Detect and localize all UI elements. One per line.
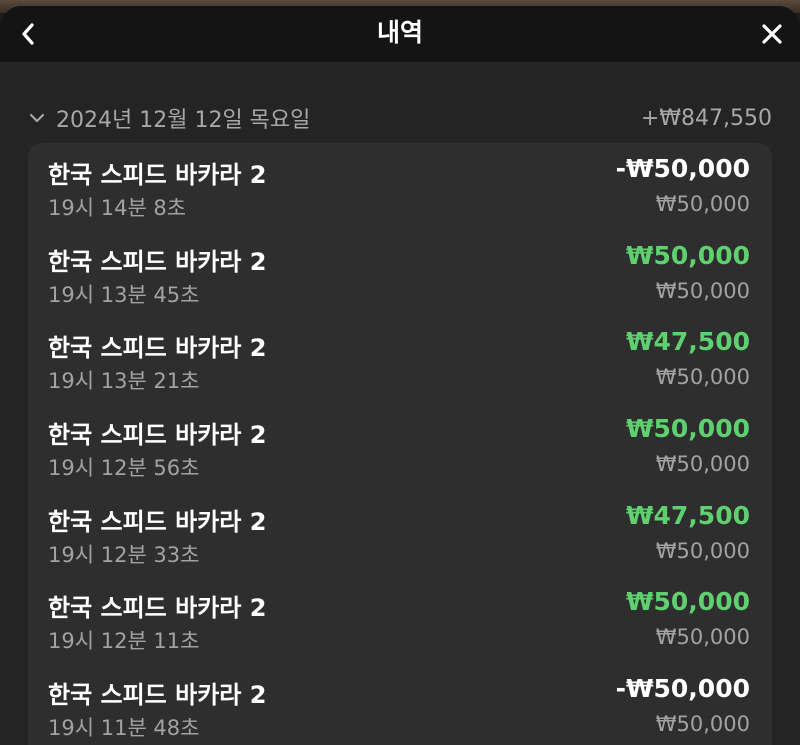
result-amount: -₩50,000 bbox=[615, 154, 750, 183]
list-item[interactable]: 한국 스피드 바카라 2 19시 14분 8초 -₩50,000 ₩50,000 bbox=[28, 143, 772, 230]
list-item[interactable]: 한국 스피드 바카라 2 19시 13분 21초 ₩47,500 ₩50,000 bbox=[28, 316, 772, 403]
bet-amount: ₩50,000 bbox=[655, 538, 750, 563]
list-item[interactable]: 한국 스피드 바카라 2 19시 13분 45초 ₩50,000 ₩50,000 bbox=[28, 230, 772, 317]
round-time: 19시 11분 48초 bbox=[48, 716, 200, 741]
bet-amount: ₩50,000 bbox=[655, 192, 750, 216]
list-item[interactable]: 한국 스피드 바카라 2 19시 12분 11초 ₩50,000 ₩50,000 bbox=[28, 576, 772, 663]
game-name: 한국 스피드 바카라 2 bbox=[48, 421, 267, 450]
round-time: 19시 14분 8초 bbox=[48, 196, 187, 220]
header-bar: 내역 bbox=[0, 6, 800, 62]
date-group-toggle[interactable]: 2024년 12월 12일 목요일 +₩847,550 bbox=[28, 98, 772, 138]
result-amount: ₩47,500 bbox=[625, 500, 750, 530]
result-amount: -₩50,000 bbox=[615, 674, 750, 704]
result-amount: ₩47,500 bbox=[625, 327, 750, 357]
game-name: 한국 스피드 바카라 2 bbox=[48, 334, 267, 363]
history-list: 한국 스피드 바카라 2 19시 14분 8초 -₩50,000 ₩50,000 한국 … bbox=[28, 143, 772, 745]
daily-total: +₩847,550 bbox=[640, 105, 772, 131]
round-time: 19시 13분 21초 bbox=[48, 369, 200, 394]
list-item[interactable]: 한국 스피드 바카라 2 19시 12분 33초 ₩47,500 ₩50,000 bbox=[28, 490, 772, 577]
bet-amount: ₩50,000 bbox=[655, 712, 750, 737]
bet-amount: ₩50,000 bbox=[655, 625, 750, 650]
list-item[interactable]: 한국 스피드 바카라 2 19시 12분 56초 ₩50,000 ₩50,000 bbox=[28, 403, 772, 490]
page-title: 내역 bbox=[376, 18, 423, 47]
result-amount: ₩50,000 bbox=[625, 587, 750, 617]
result-amount: ₩50,000 bbox=[625, 414, 750, 444]
round-time: 19시 12분 56초 bbox=[48, 456, 200, 481]
result-amount: ₩50,000 bbox=[625, 240, 750, 270]
round-time: 19시 12분 11초 bbox=[48, 629, 200, 654]
bet-amount: ₩50,000 bbox=[655, 365, 750, 390]
game-name: 한국 스피드 바카라 2 bbox=[48, 247, 267, 276]
game-name: 한국 스피드 바카라 2 bbox=[48, 594, 267, 623]
bet-amount: ₩50,000 bbox=[655, 278, 750, 303]
list-item[interactable]: 한국 스피드 바카라 2 19시 11분 48초 -₩50,000 ₩50,000 bbox=[28, 663, 772, 745]
round-time: 19시 13분 45초 bbox=[48, 282, 200, 307]
date-label: 2024년 12월 12일 목요일 bbox=[56, 108, 311, 133]
game-name: 한국 스피드 바카라 2 bbox=[48, 161, 267, 189]
round-time: 19시 12분 33초 bbox=[48, 542, 200, 567]
close-button[interactable] bbox=[754, 14, 790, 54]
game-name: 한국 스피드 바카라 2 bbox=[48, 507, 267, 536]
game-name: 한국 스피드 바카라 2 bbox=[48, 681, 267, 710]
chevron-down-icon bbox=[28, 109, 46, 127]
bet-amount: ₩50,000 bbox=[655, 452, 750, 477]
history-panel: 내역 2024년 12월 12일 목요일 +₩847,550 한국 스피드 바카… bbox=[0, 6, 800, 745]
close-icon bbox=[762, 24, 782, 44]
